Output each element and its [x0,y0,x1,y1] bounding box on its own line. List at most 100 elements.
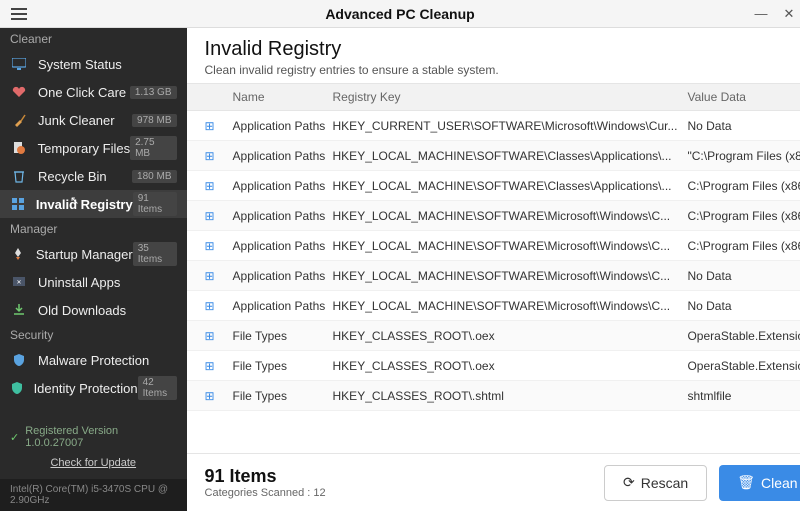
table-row[interactable]: ⊞ Application PathsHKEY_LOCAL_MACHINE\SOF… [187,141,800,171]
row-key: HKEY_LOCAL_MACHINE\SOFTWARE\Microsoft\Wi… [333,269,688,283]
registered-version: ✓ Registered Version 1.0.0.27007 [0,417,187,457]
registry-icon [10,197,26,211]
titlebar: Advanced PC Cleanup — ✕ [0,0,800,28]
registry-row-icon: ⊞ [205,299,215,313]
row-key: HKEY_CURRENT_USER\SOFTWARE\Microsoft\Win… [333,119,688,133]
row-name: File Types [233,359,333,373]
row-value: OperaStable.Extension [687,329,800,343]
registry-row-icon: ⊞ [205,359,215,373]
trash-icon [10,169,28,183]
svg-text:✕: ✕ [16,280,21,286]
table-body[interactable]: ⊞Application PathsHKEY_CURRENT_USER\SOFT… [187,111,800,453]
sidebar-item-badge: 91 Items [133,192,177,216]
table-row[interactable]: ⊞File TypesHKEY_CLASSES_ROOT\.oexOperaSt… [187,321,800,351]
row-value: No Data [687,119,800,133]
column-name: Name [233,90,333,104]
table-header: Name Registry Key Value Data [187,83,800,111]
check-for-update-link[interactable]: Check for Update [0,457,187,479]
sidebar-item-junk-cleaner[interactable]: Junk Cleaner 978 MB [0,106,187,134]
row-value: shtmlfile [687,389,800,403]
sidebar-item-label: Temporary Files [38,141,130,156]
clock-file-icon [10,141,28,155]
registry-row-icon: ⊞ [205,149,215,163]
sidebar-item-label: Old Downloads [38,303,177,318]
shield-icon [10,353,28,367]
sidebar-item-identity-protection[interactable]: Identity Protection 42 Items [0,374,187,402]
column-registry-key: Registry Key [333,90,688,104]
sidebar-item-old-downloads[interactable]: Old Downloads [0,296,187,324]
sidebar-item-recycle-bin[interactable]: Recycle Bin 180 MB [0,162,187,190]
clean-now-button[interactable]: 🗑 Clean Now [719,465,800,501]
table-row[interactable]: ⊞Application PathsHKEY_LOCAL_MACHINE\SOF… [187,171,800,201]
registry-row-icon: ⊞ [205,269,215,283]
menu-icon[interactable] [0,8,28,20]
sidebar-item-label: Identity Protection [34,381,138,396]
sidebar-item-uninstall-apps[interactable]: ✕ Uninstall Apps [0,268,187,296]
rescan-button[interactable]: ⟳ Rescan [604,465,707,501]
minimize-button[interactable]: — [754,6,768,22]
table-row[interactable]: ⊞ File TypesHKEY_CLASSES_ROOT\.shtmlshtml… [187,381,800,411]
registry-row-icon: ⊞ [205,389,215,403]
table-row[interactable]: ⊞File TypesHKEY_CLASSES_ROOT\.oexOperaSt… [187,351,800,381]
row-key: HKEY_CLASSES_ROOT\.oex [333,329,688,343]
table-row[interactable]: ⊞ Application PathsHKEY_LOCAL_MACHINE\SOF… [187,201,800,231]
monitor-icon [10,57,28,71]
row-key: HKEY_CLASSES_ROOT\.shtml [333,389,688,403]
sidebar-item-label: Recycle Bin [38,169,132,184]
row-key: HKEY_LOCAL_MACHINE\SOFTWARE\Microsoft\Wi… [333,299,688,313]
sidebar-item-badge: 1.13 GB [130,86,177,99]
sidebar-item-label: System Status [38,57,177,72]
sidebar-item-one-click-care[interactable]: One Click Care 1.13 GB [0,78,187,106]
broom-icon [10,113,28,127]
sidebar-item-invalid-registry[interactable]: Invalid Registry ↖ 91 Items [0,190,187,218]
cursor-icon: ↖ [70,194,79,207]
table-row[interactable]: ⊞Application PathsHKEY_LOCAL_MACHINE\SOF… [187,291,800,321]
sidebar-item-malware-protection[interactable]: Malware Protection [0,346,187,374]
registry-row-icon: ⊞ [205,119,215,133]
sidebar-item-label: Uninstall Apps [38,275,177,290]
row-key: HKEY_LOCAL_MACHINE\SOFTWARE\Classes\Appl… [333,179,688,193]
row-value: C:\Program Files (x86)\CleverFile... [687,239,800,253]
sidebar-item-label: Malware Protection [38,353,177,368]
main-panel: Invalid Registry Clean invalid registry … [187,28,800,511]
row-name: Application Paths [233,239,333,253]
table-row[interactable]: ⊞ Application PathsHKEY_CURRENT_USER\SOFT… [187,111,800,141]
row-key: HKEY_LOCAL_MACHINE\SOFTWARE\Microsoft\Wi… [333,209,688,223]
table-row[interactable]: ⊞Application PathsHKEY_LOCAL_MACHINE\SOF… [187,231,800,261]
row-name: Application Paths [233,209,333,223]
sidebar-item-startup-manager[interactable]: Startup Manager 35 Items [0,240,187,268]
row-value: "C:\Program Files (x86)\CleverFil... [687,149,800,163]
identity-icon [10,381,24,395]
table-row[interactable]: ⊞Application PathsHKEY_LOCAL_MACHINE\SOF… [187,261,800,291]
window-controls: — ✕ [754,6,796,22]
row-name: Application Paths [233,149,333,163]
check-icon: ✓ [10,431,19,444]
row-name: Application Paths [233,119,333,133]
registry-row-icon: ⊞ [205,209,215,223]
clean-now-label: Clean Now [761,475,800,491]
row-key: HKEY_LOCAL_MACHINE\SOFTWARE\Microsoft\Wi… [333,239,688,253]
refresh-icon: ⟳ [623,474,635,491]
row-value: No Data [687,299,800,313]
registered-text: Registered Version 1.0.0.27007 [25,425,176,449]
footer-bar: 91 Items Categories Scanned : 12 ⟳ Resca… [187,453,800,511]
rescan-label: Rescan [641,475,688,491]
sidebar-item-system-status[interactable]: System Status [0,50,187,78]
sidebar-item-label: One Click Care [38,85,130,100]
close-button[interactable]: ✕ [782,6,796,22]
section-security: Security [0,324,187,346]
sidebar-item-temporary-files[interactable]: Temporary Files 2.75 MB [0,134,187,162]
column-value-data: Value Data [687,90,800,104]
sidebar-item-badge: 978 MB [132,114,176,127]
item-count: 91 Items [205,466,592,487]
page-subtitle: Clean invalid registry entries to ensure… [205,63,800,77]
cpu-info: Intel(R) Core(TM) i5-3470S CPU @ 2.90GHz [0,479,187,511]
row-name: File Types [233,329,333,343]
row-name: File Types [233,389,333,403]
sidebar-item-badge: 2.75 MB [130,136,176,160]
row-value: OperaStable.Extension [687,359,800,373]
page-title: Invalid Registry [205,38,800,61]
rocket-icon [10,247,26,261]
app-title: Advanced PC Cleanup [0,6,800,22]
row-key: HKEY_LOCAL_MACHINE\SOFTWARE\Classes\Appl… [333,149,688,163]
